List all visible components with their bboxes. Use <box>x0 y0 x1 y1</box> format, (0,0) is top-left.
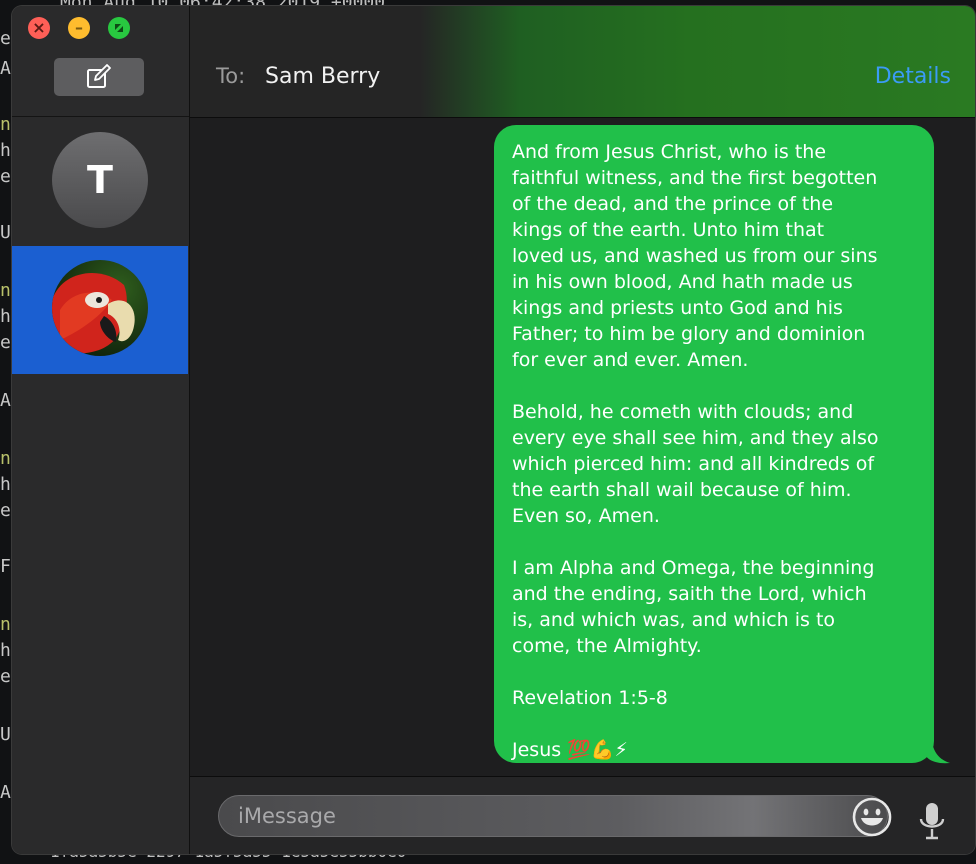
message-paragraph: I am Alpha and Omega, the beginning and … <box>512 557 875 657</box>
conversation-item-selected[interactable] <box>12 246 188 374</box>
terminal-fragment: e <box>0 166 11 187</box>
terminal-fragment: n <box>0 280 11 301</box>
minimize-icon: – <box>75 18 83 37</box>
conversation-item[interactable]: T <box>12 118 188 246</box>
message-input[interactable]: iMessage <box>218 795 888 837</box>
minimize-button[interactable]: – <box>68 17 90 39</box>
conversation-header: To: Sam Berry Details <box>190 6 975 118</box>
messages-window: × – T To: Sam Berry Details And from Jes… <box>12 6 975 854</box>
terminal-fragment: n <box>0 614 11 635</box>
composer-bar: iMessage <box>190 776 975 854</box>
close-icon: × <box>32 18 46 37</box>
message-transcript: And from Jesus Christ, who is the faithf… <box>190 118 975 776</box>
compose-icon <box>87 64 111 88</box>
message-bubble[interactable]: And from Jesus Christ, who is the faithf… <box>494 125 934 763</box>
terminal-fragment: F <box>0 556 11 577</box>
terminal-fragment: h <box>0 474 11 495</box>
terminal-fragment: n <box>0 448 11 469</box>
zoom-button[interactable] <box>108 17 130 39</box>
conversation-sidebar: × – T <box>12 6 190 854</box>
bubble-tail <box>926 738 950 764</box>
avatar: T <box>52 132 148 228</box>
compose-button[interactable] <box>54 58 144 96</box>
parrot-avatar-image <box>52 260 148 356</box>
terminal-fragment: U <box>0 724 11 745</box>
avatar <box>52 260 148 356</box>
terminal-fragment: e <box>0 500 11 521</box>
recipient-name[interactable]: Sam Berry <box>265 64 380 89</box>
terminal-fragment: h <box>0 640 11 661</box>
message-paragraph: Behold, he cometh with clouds; and every… <box>512 401 879 527</box>
zoom-icon <box>108 17 130 39</box>
terminal-fragment: e <box>0 332 11 353</box>
terminal-fragment: A <box>0 58 11 79</box>
terminal-fragment: A <box>0 782 11 803</box>
close-button[interactable]: × <box>28 17 50 39</box>
terminal-fragment: A <box>0 390 11 411</box>
to-label: To: <box>216 64 246 88</box>
message-paragraph: Jesus 💯💪⚡ <box>512 739 628 761</box>
message-paragraph: And from Jesus Christ, who is the faithf… <box>512 141 878 371</box>
terminal-fragment: h <box>0 140 11 161</box>
sidebar-divider <box>12 116 189 117</box>
microphone-icon[interactable] <box>918 801 946 841</box>
message-paragraph: Revelation 1:5-8 <box>512 687 668 709</box>
details-button[interactable]: Details <box>875 64 951 89</box>
terminal-fragment: U <box>0 222 11 243</box>
terminal-fragment: e <box>0 666 11 687</box>
terminal-fragment: h <box>0 306 11 327</box>
terminal-fragment: n <box>0 114 11 135</box>
emoji-icon[interactable] <box>852 797 892 837</box>
terminal-fragment: e <box>0 28 11 49</box>
